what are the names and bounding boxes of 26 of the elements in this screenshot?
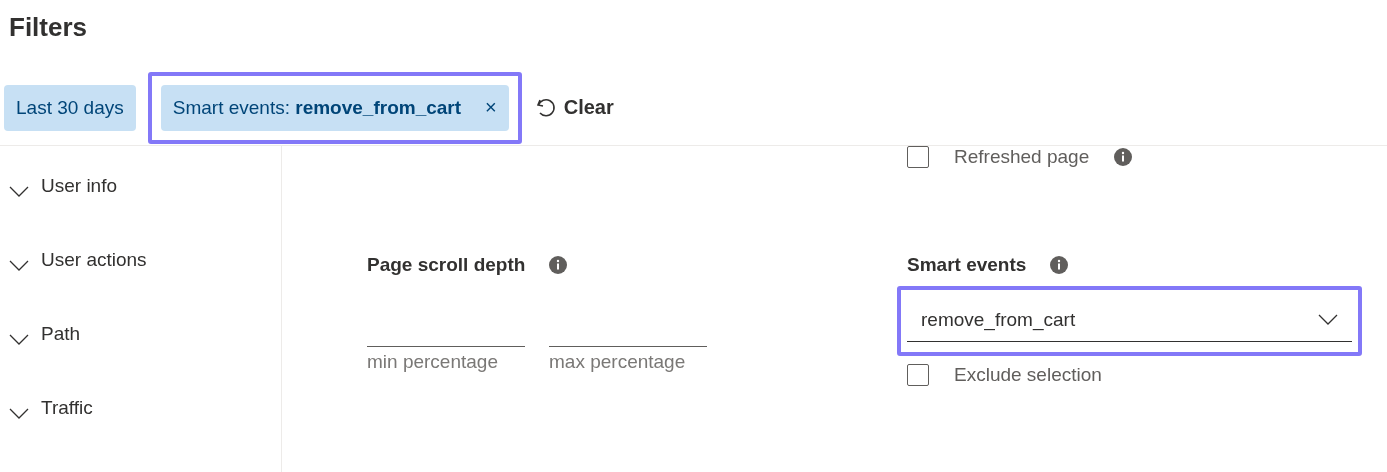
chevron-down-icon: [9, 186, 29, 198]
info-icon[interactable]: [549, 256, 568, 274]
chevron-down-icon: [9, 260, 29, 272]
checkbox[interactable]: [907, 146, 929, 168]
field-caption: max percentage: [549, 351, 687, 373]
dropdown[interactable]: remove_from_cart: [907, 298, 1352, 342]
close-button[interactable]: ×: [485, 96, 497, 119]
sidebar-item[interactable]: User actions: [0, 247, 281, 321]
checkbox-label: Exclude selection: [954, 364, 1102, 386]
sidebar-item[interactable]: Traffic: [0, 395, 281, 469]
filter-chip[interactable]: Smart events: remove_from_cart ×: [160, 84, 509, 131]
field-label: Page scroll depth: [367, 254, 526, 276]
checkbox-label: Refreshed page: [954, 146, 1090, 168]
info-icon[interactable]: [1114, 148, 1133, 166]
chevron-down-icon: [9, 408, 29, 420]
field-label: Smart events: [907, 254, 1027, 276]
checkbox[interactable]: [907, 364, 929, 386]
page-title: Filters: [8, 11, 89, 44]
chevron-down-icon: [1318, 313, 1338, 326]
info-icon[interactable]: [1050, 256, 1069, 274]
sidebar-item[interactable]: Path: [0, 321, 281, 395]
filter-chip[interactable]: Last 30 days: [4, 84, 136, 131]
clear-button[interactable]: Clear: [533, 95, 614, 120]
field-caption: min percentage: [367, 351, 499, 373]
chevron-down-icon: [9, 334, 29, 346]
sidebar-item[interactable]: User info: [0, 173, 281, 247]
